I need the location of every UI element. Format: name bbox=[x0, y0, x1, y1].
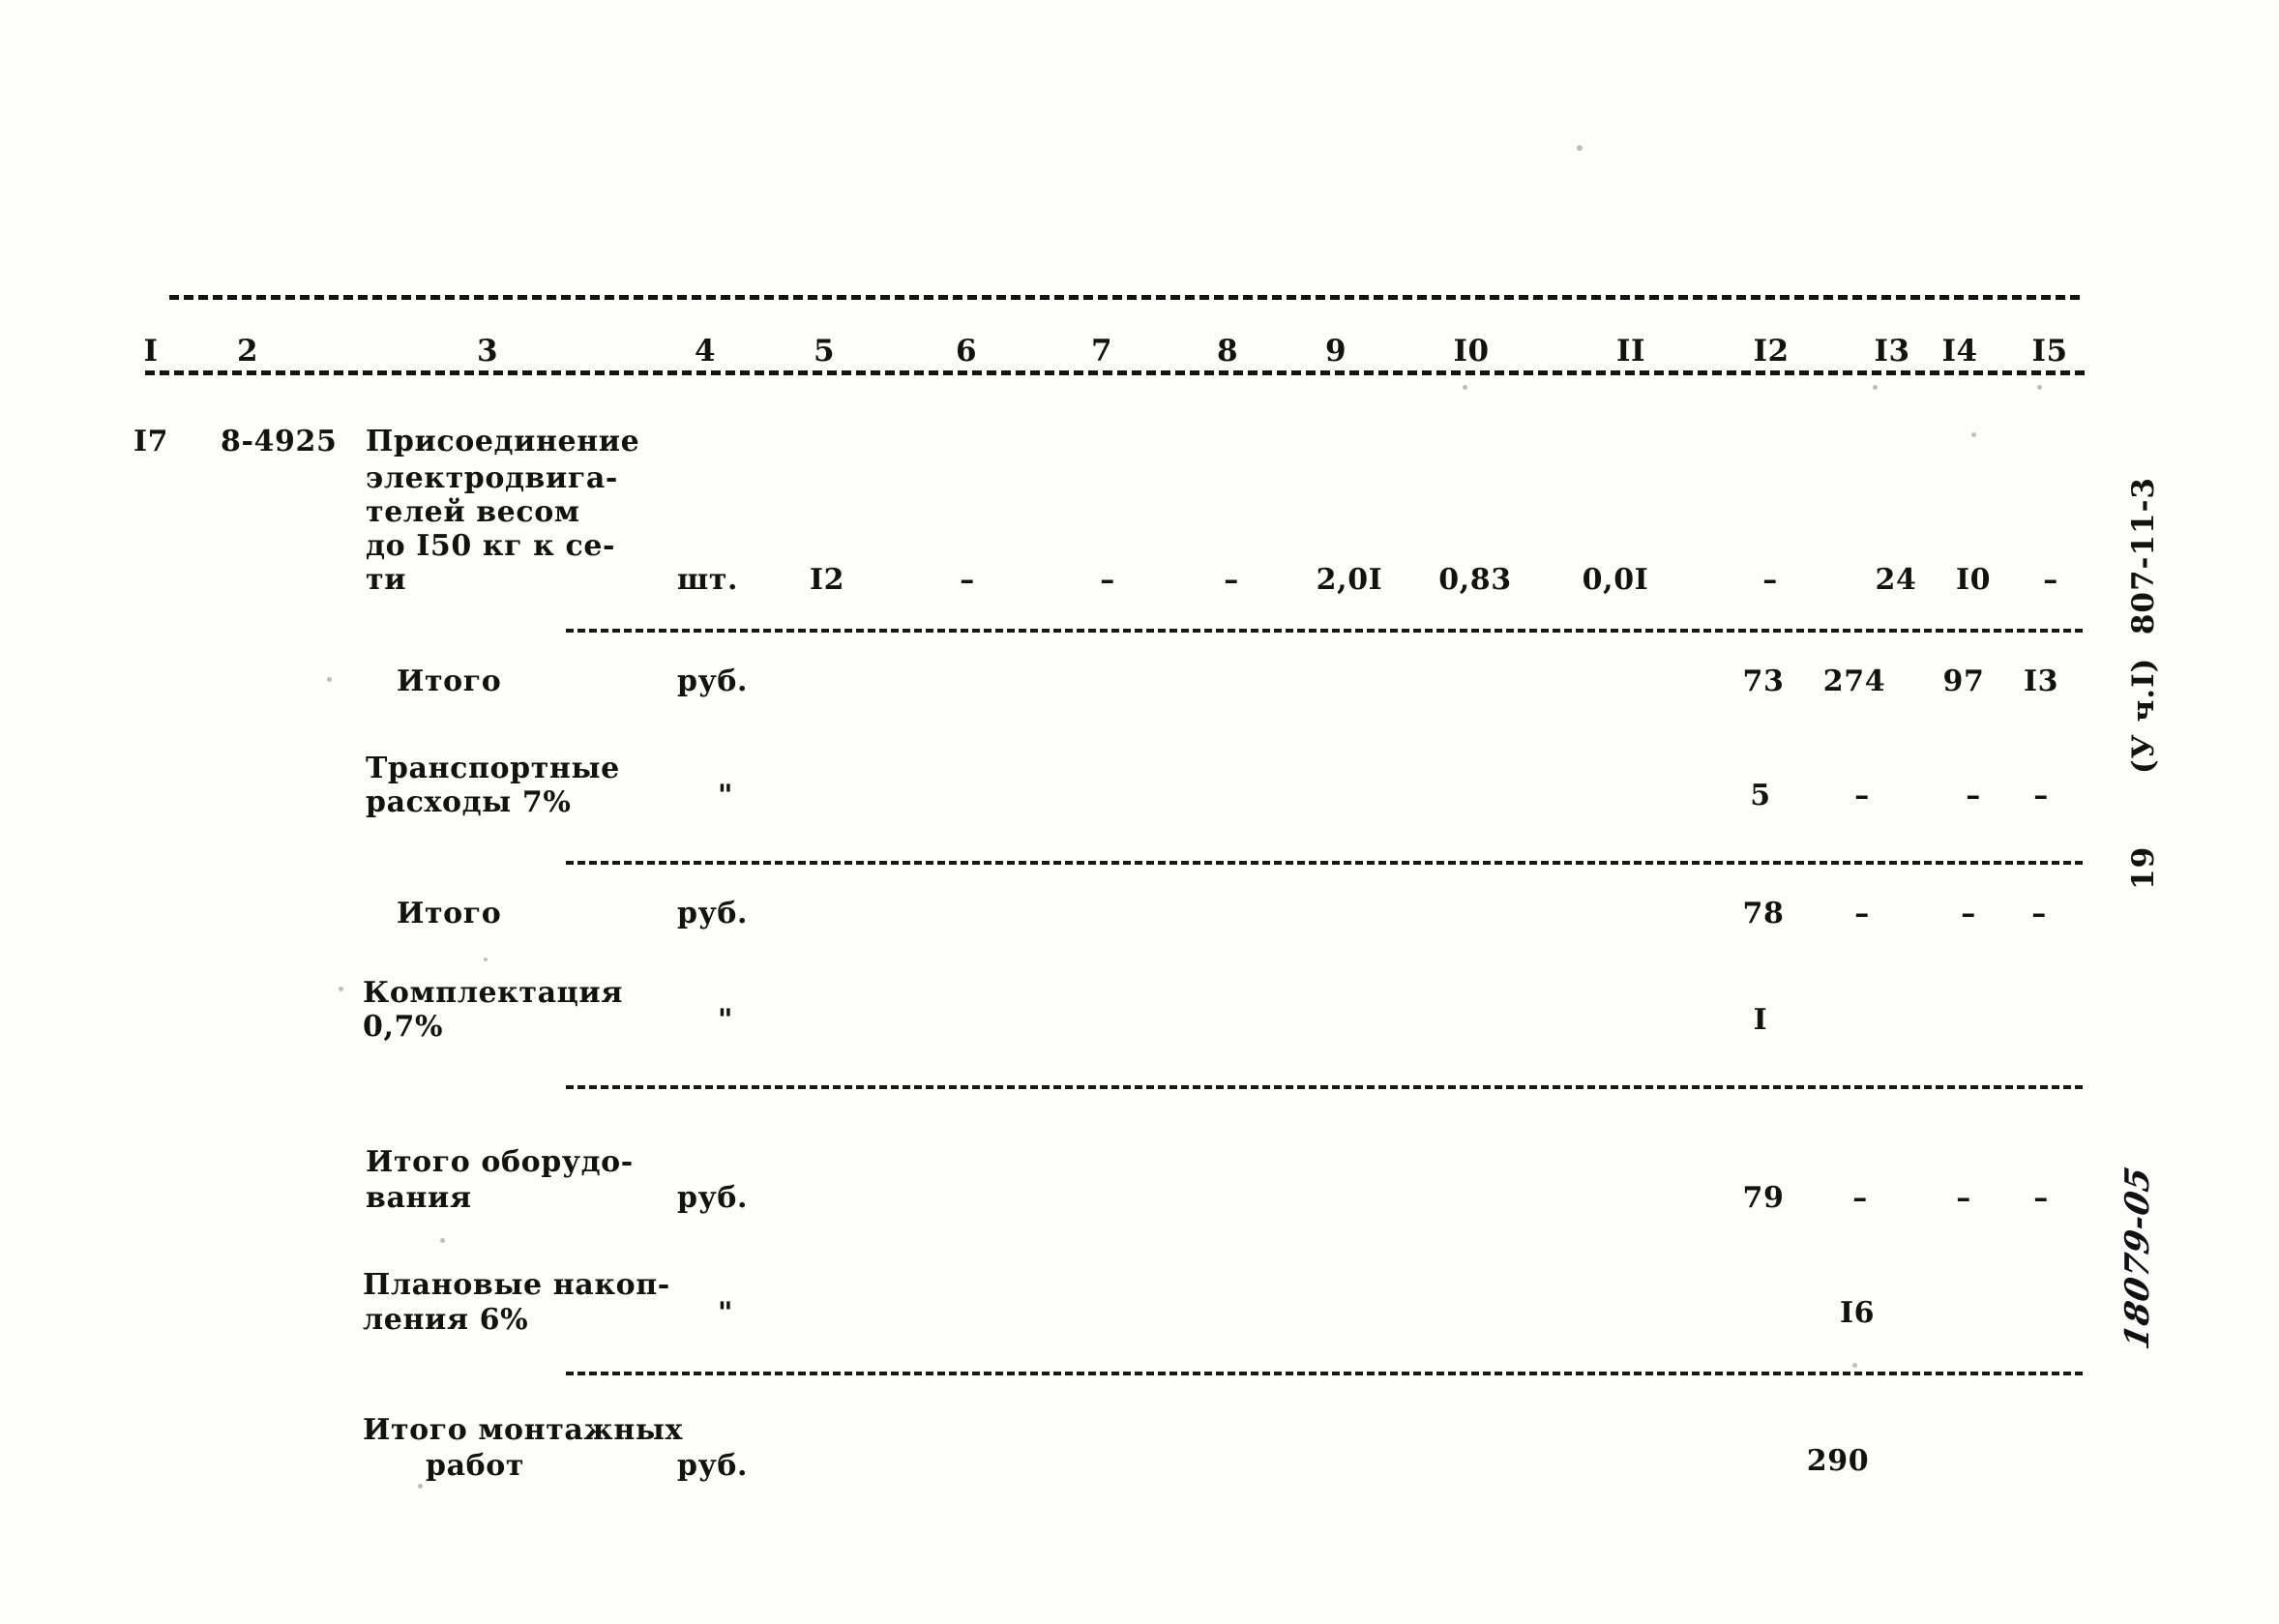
row-label: Итого bbox=[397, 664, 502, 698]
column-header-7: 7 bbox=[1090, 334, 1113, 369]
cell-c12: I bbox=[1753, 1003, 1768, 1037]
cell-c13: I6 bbox=[1839, 1296, 1876, 1330]
margin-page-number: 19 bbox=[2126, 845, 2161, 890]
cell-c14: 97 bbox=[1942, 664, 1985, 698]
cell-c11: 0,0I bbox=[1582, 563, 1649, 597]
document-page: I 2 3 4 5 6 7 8 9 I0 II I2 I3 I4 I5 I7 8… bbox=[0, 0, 2279, 1624]
cell-c12: – bbox=[1762, 563, 1778, 597]
cell-c12: 5 bbox=[1750, 779, 1771, 812]
row-label: Плановые накоп- bbox=[363, 1268, 670, 1302]
cell-c6: – bbox=[960, 563, 975, 597]
scan-speck bbox=[1577, 145, 1583, 151]
cell-c14: – bbox=[1956, 1181, 1971, 1215]
header-rule-bottom bbox=[145, 370, 2085, 375]
cell-c13: 274 bbox=[1822, 664, 1886, 698]
column-header-1: I bbox=[143, 334, 159, 369]
column-header-11: II bbox=[1615, 334, 1645, 369]
row-description-line: телей весом bbox=[366, 495, 580, 529]
row-separator bbox=[566, 629, 2083, 633]
row-unit: " bbox=[717, 779, 734, 812]
scan-speck bbox=[484, 958, 488, 961]
cell-c13: – bbox=[1854, 779, 1870, 812]
column-header-9: 9 bbox=[1324, 334, 1347, 369]
row-unit: шт. bbox=[677, 563, 739, 597]
scan-speck bbox=[1852, 1363, 1857, 1368]
cell-c14: – bbox=[1961, 897, 1976, 930]
column-header-3: 3 bbox=[476, 334, 499, 369]
row-label: вания bbox=[366, 1181, 472, 1215]
cell-c7: – bbox=[1100, 563, 1115, 597]
row-description-line: электродвига- bbox=[366, 461, 618, 495]
row-label: Итого оборудо- bbox=[366, 1145, 634, 1179]
row-separator bbox=[566, 1085, 2083, 1089]
column-header-2: 2 bbox=[236, 334, 259, 369]
row-label: работ bbox=[426, 1449, 525, 1483]
cell-c14: I0 bbox=[1955, 563, 1992, 597]
cell-c15: – bbox=[2043, 563, 2058, 597]
row-separator bbox=[566, 861, 2083, 865]
row-label: Транспортные bbox=[366, 752, 620, 785]
column-header-4: 4 bbox=[694, 334, 717, 369]
cell-c9: 2,0I bbox=[1316, 563, 1383, 597]
margin-code-line: (У ч.I) 807-11-3 bbox=[2126, 476, 2161, 774]
scan-speck bbox=[1873, 385, 1878, 390]
cell-c5: I2 bbox=[809, 563, 845, 597]
row-label: Итого монтажных bbox=[363, 1413, 684, 1447]
cell-c13: – bbox=[1852, 1181, 1868, 1215]
column-header-10: I0 bbox=[1453, 334, 1490, 369]
scan-speck bbox=[1971, 432, 1976, 437]
row-unit: руб. bbox=[677, 897, 749, 930]
row-label: расходы 7% bbox=[366, 785, 572, 819]
row-separator bbox=[566, 1372, 2083, 1375]
cell-c8: – bbox=[1224, 563, 1239, 597]
column-header-6: 6 bbox=[955, 334, 978, 369]
cell-c13: – bbox=[1854, 897, 1870, 930]
row-unit: руб. bbox=[677, 1449, 749, 1483]
cell-c14: – bbox=[1966, 779, 1981, 812]
cell-c10: 0,83 bbox=[1438, 563, 1512, 597]
column-header-13: I3 bbox=[1874, 334, 1910, 369]
cell-c13: 290 bbox=[1806, 1444, 1870, 1478]
row-description-line: до I50 кг к се- bbox=[366, 529, 616, 563]
header-rule-top bbox=[169, 295, 2080, 300]
column-header-5: 5 bbox=[813, 334, 836, 369]
cell-c15: I3 bbox=[2023, 664, 2059, 698]
scan-speck bbox=[339, 987, 343, 991]
row-label: 0,7% bbox=[363, 1010, 444, 1044]
scan-speck bbox=[2037, 385, 2042, 390]
row-unit: руб. bbox=[677, 1181, 749, 1215]
margin-handwritten-number: 18079-05 bbox=[2118, 1163, 2157, 1353]
row-unit: " bbox=[717, 1296, 734, 1330]
cell-c15: – bbox=[2033, 779, 2049, 812]
column-header-15: I5 bbox=[2031, 334, 2068, 369]
row-unit: " bbox=[717, 1003, 734, 1037]
cell-c13: 24 bbox=[1875, 563, 1917, 597]
cell-c15: – bbox=[2033, 1181, 2049, 1215]
row-description-line: ти bbox=[366, 563, 407, 597]
scan-speck bbox=[440, 1238, 445, 1243]
row-label: ления 6% bbox=[363, 1303, 529, 1337]
column-header-12: I2 bbox=[1753, 334, 1790, 369]
column-header-8: 8 bbox=[1216, 334, 1239, 369]
row-code: 8-4925 bbox=[221, 425, 338, 458]
scan-speck bbox=[1463, 385, 1467, 390]
cell-c12: 73 bbox=[1742, 664, 1785, 698]
cell-c15: – bbox=[2031, 897, 2047, 930]
cell-c12: 78 bbox=[1742, 897, 1785, 930]
row-label: Комплектация bbox=[363, 976, 624, 1010]
scan-speck bbox=[327, 677, 332, 682]
scan-speck bbox=[418, 1484, 423, 1489]
row-description-line: Присоединение bbox=[366, 425, 640, 458]
row-label: Итого bbox=[397, 897, 502, 930]
cell-c12: 79 bbox=[1742, 1181, 1785, 1215]
row-number: I7 bbox=[133, 425, 169, 458]
column-header-14: I4 bbox=[1941, 334, 1978, 369]
row-unit: руб. bbox=[677, 664, 749, 698]
